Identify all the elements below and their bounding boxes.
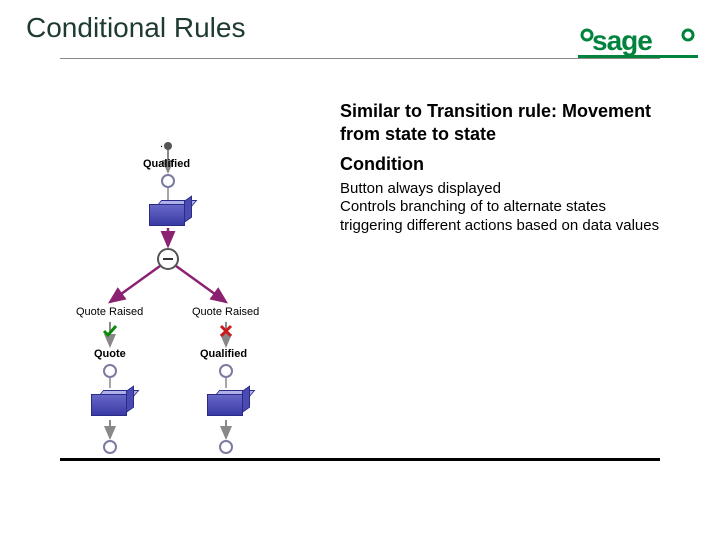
label-branch-left: Quote Raised	[76, 306, 143, 318]
heading-similar: Similar to Transition rule: Movement fro…	[340, 100, 670, 145]
body-line-1: Button always displayed	[340, 180, 670, 199]
state-ring-qualified	[161, 174, 175, 188]
label-branch-right: Quote Raised	[192, 306, 259, 318]
label-state-qualified-right: Qualified	[200, 348, 247, 360]
svg-text:sage: sage	[592, 25, 652, 56]
divider-bottom	[60, 458, 660, 461]
text-column: Similar to Transition rule: Movement fro…	[340, 100, 670, 236]
state-ring-qualified-right	[219, 364, 233, 378]
divider-top	[60, 58, 660, 59]
check-icon	[103, 324, 117, 338]
slide: Conditional Rules sage Similar to Transi…	[0, 0, 720, 540]
workflow-diagram: . Qualified Quote Raised Quote Raised Qu…	[48, 142, 308, 462]
state-box-qualified-right	[207, 390, 245, 414]
page-title: Conditional Rules	[26, 12, 245, 44]
label-state-quote: Quote	[94, 348, 126, 360]
body-line-2: Controls branching of to alternate state…	[340, 198, 670, 236]
state-ring-quote	[103, 364, 117, 378]
heading-condition: Condition	[340, 153, 670, 176]
start-dot-label: .	[160, 138, 163, 150]
end-ring-quote	[103, 440, 117, 454]
condition-node-icon	[157, 248, 179, 270]
end-ring-qualified-right	[219, 440, 233, 454]
diagram-arrows	[48, 142, 308, 462]
state-box-quote	[91, 390, 129, 414]
state-box-qualified	[149, 200, 187, 224]
start-dot	[164, 142, 172, 150]
cross-icon	[219, 324, 233, 338]
label-qualified-top: Qualified	[143, 158, 190, 170]
